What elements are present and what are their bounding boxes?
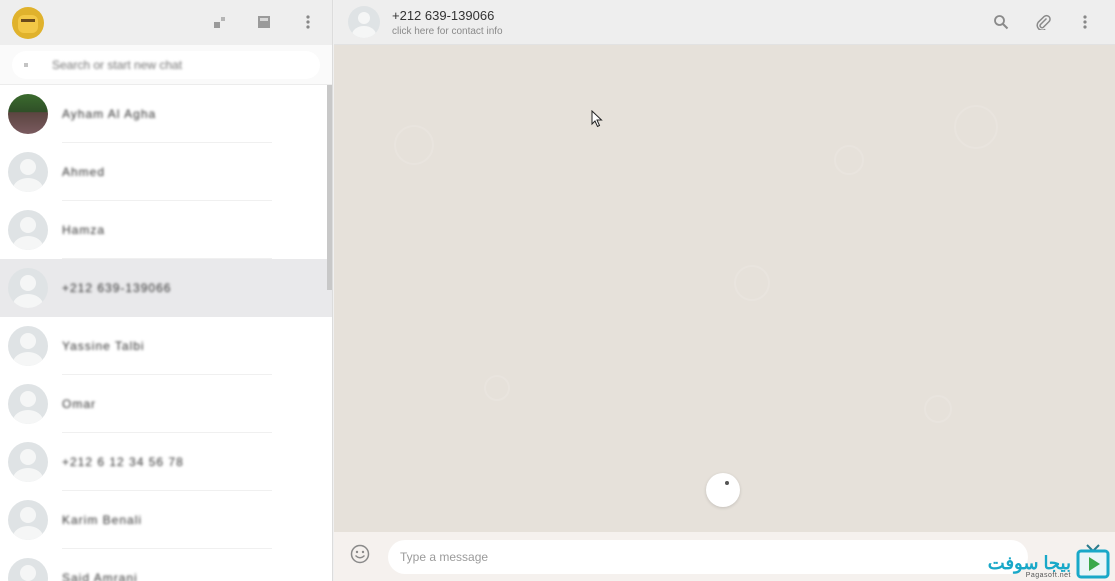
contact-info[interactable]: +212 639-139066 click here for contact i…: [392, 8, 503, 37]
default-avatar-icon: [8, 384, 48, 424]
default-avatar-icon: [8, 442, 48, 482]
background-pattern: [484, 375, 510, 401]
chat-name: Karim Benali: [62, 513, 143, 527]
conversation-header-icons: [991, 12, 1095, 32]
message-input[interactable]: [388, 539, 1028, 574]
contact-subtitle: click here for contact info: [392, 25, 503, 37]
background-pattern: [394, 125, 434, 165]
conversation-header[interactable]: +212 639-139066 click here for contact i…: [334, 0, 1115, 45]
chat-name: +212 6 12 34 56 78: [62, 455, 184, 469]
chat-name: Hamza: [62, 223, 106, 237]
message-area[interactable]: [334, 45, 1115, 532]
chat-name: Omar: [62, 397, 96, 411]
mouse-cursor-icon: [591, 109, 603, 133]
chat-name: Said Amrani: [62, 571, 138, 581]
sidebar-header-icons: [210, 12, 318, 32]
chat-list-item[interactable]: Ayham Al Agha: [0, 85, 332, 143]
watermark-logo-icon: [1075, 543, 1111, 579]
status-icon[interactable]: [210, 12, 230, 32]
sidebar: Ayham Al Agha Ahmed Hamza +212 639-13906…: [0, 0, 333, 581]
default-avatar-icon: [8, 210, 48, 250]
chat-name: Ahmed: [62, 165, 106, 179]
search-icon: [22, 56, 30, 74]
search-icon[interactable]: [991, 12, 1011, 32]
chat-list-scrollbar[interactable]: [327, 85, 332, 290]
new-chat-icon[interactable]: [254, 12, 274, 32]
watermark-site: Pagasoft.net: [1025, 572, 1071, 579]
emoji-icon[interactable]: [350, 544, 370, 569]
conversation-panel: +212 639-139066 click here for contact i…: [334, 0, 1115, 581]
background-pattern: [954, 105, 998, 149]
sidebar-header: [0, 0, 332, 45]
watermark: بيجا سوفت Pagasoft.net: [988, 543, 1111, 579]
chat-list-item[interactable]: Ahmed: [0, 143, 332, 201]
chat-name: +212 639-139066: [62, 281, 172, 295]
chat-list-item[interactable]: Said Amrani: [0, 549, 332, 581]
search-box: [12, 50, 320, 79]
default-avatar-icon: [8, 500, 48, 540]
search-input[interactable]: [52, 57, 292, 72]
my-profile-avatar[interactable]: [12, 6, 44, 39]
default-avatar-icon: [8, 152, 48, 192]
contact-avatar[interactable]: [348, 6, 380, 38]
chat-list-item[interactable]: Karim Benali: [0, 491, 332, 549]
background-pattern: [924, 395, 952, 423]
watermark-brand: بيجا سوفت: [987, 553, 1071, 573]
chat-list-item-active[interactable]: +212 639-139066: [0, 259, 332, 317]
default-avatar-icon: [8, 558, 48, 581]
chat-list-item[interactable]: Omar: [0, 375, 332, 433]
chat-list: Ayham Al Agha Ahmed Hamza +212 639-13906…: [0, 85, 332, 581]
background-pattern: [834, 145, 864, 175]
chat-list-item[interactable]: Hamza: [0, 201, 332, 259]
chat-name: Yassine Talbi: [62, 339, 145, 353]
chat-name: Ayham Al Agha: [62, 107, 157, 121]
watermark-text: بيجا سوفت Pagasoft.net: [988, 554, 1071, 579]
chat-list-item[interactable]: +212 6 12 34 56 78: [0, 433, 332, 491]
chat-list-item[interactable]: Yassine Talbi: [0, 317, 332, 375]
sidebar-menu-icon[interactable]: [298, 12, 318, 32]
contact-name: +212 639-139066: [392, 7, 495, 23]
loading-spinner-icon: [706, 473, 740, 507]
search-bar: [0, 45, 332, 85]
default-avatar-icon: [8, 268, 48, 308]
default-avatar-icon: [8, 326, 48, 366]
background-pattern: [734, 265, 770, 301]
conversation-menu-icon[interactable]: [1075, 12, 1095, 32]
contact-avatar: [8, 94, 48, 134]
attach-icon[interactable]: [1033, 12, 1053, 32]
